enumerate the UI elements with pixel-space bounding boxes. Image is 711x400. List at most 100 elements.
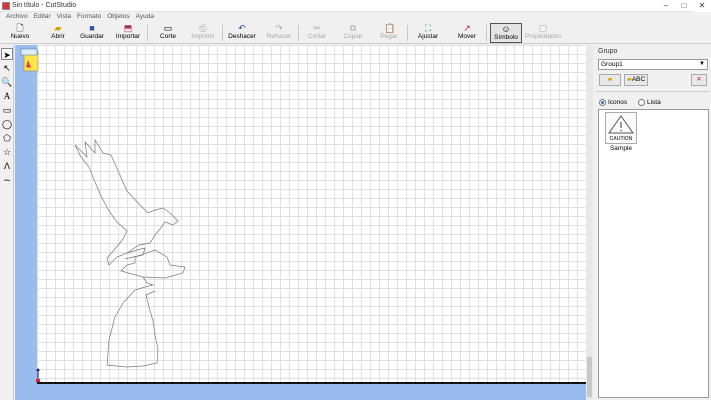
- menu-formato[interactable]: Formato: [74, 12, 104, 22]
- title-bar: Sin título - CutStudio – □ ✕: [0, 0, 711, 12]
- symbol-button[interactable]: ☺ Símbolo: [490, 23, 522, 43]
- rectangle-tool-icon[interactable]: ▭: [1, 104, 13, 116]
- redo-button[interactable]: ↷ Rehacer: [264, 23, 294, 43]
- text-tool-icon[interactable]: A: [1, 90, 13, 102]
- properties-label: Propiedades: [525, 33, 562, 40]
- new-document-icon: 🗋: [16, 23, 24, 33]
- symbol-list: CAUTION Sample: [598, 109, 709, 398]
- cut-plot-label: Corte: [160, 33, 176, 40]
- panel-divider: [596, 91, 709, 92]
- group-label: Grupo: [598, 48, 618, 55]
- minimize-button[interactable]: –: [657, 0, 675, 12]
- menu-ayuda[interactable]: Ayuda: [133, 12, 157, 22]
- redo-label: Rehacer: [266, 33, 292, 40]
- cut-plot-button[interactable]: ▭ Corte: [156, 23, 180, 43]
- undo-label: Deshacer: [228, 33, 256, 40]
- group-select[interactable]: Group1 ▼: [598, 59, 708, 70]
- open-button[interactable]: ▰ Abrir: [44, 23, 72, 43]
- toolbar-separator: [486, 25, 487, 41]
- folder-icon: ▰: [607, 76, 613, 83]
- menu-editar[interactable]: Editar: [31, 12, 54, 22]
- symbol-item-sample[interactable]: CAUTION Sample: [604, 112, 638, 152]
- window-title: Sin título - CutStudio: [12, 2, 77, 9]
- undo-icon: ↶: [238, 23, 246, 33]
- print-label: Imprimir: [191, 33, 215, 40]
- zoom-magnifier-icon[interactable]: 🔍: [1, 76, 13, 88]
- open-group-button[interactable]: ▰: [599, 74, 621, 86]
- radio-selected-icon: [599, 99, 606, 106]
- toolbar-separator: [222, 25, 223, 41]
- abc-label: ABC: [631, 76, 646, 83]
- properties-button[interactable]: ▢ Propiedades: [525, 23, 562, 43]
- properties-icon: ▢: [538, 23, 548, 33]
- print-button[interactable]: ⎙ Imprimir: [188, 23, 218, 43]
- delete-group-button[interactable]: ✕: [691, 74, 707, 86]
- maximize-button[interactable]: □: [675, 0, 693, 12]
- window-controls: – □ ✕: [657, 0, 711, 12]
- move-button[interactable]: ↗ Mover: [454, 23, 480, 43]
- ellipse-tool-icon[interactable]: ◯: [1, 118, 13, 130]
- menu-objetos[interactable]: Objetos: [104, 12, 132, 22]
- undo-button[interactable]: ↶ Deshacer: [227, 23, 257, 43]
- close-button[interactable]: ✕: [693, 0, 711, 12]
- cut-button[interactable]: ✂ Cortar: [304, 23, 330, 43]
- paste-button[interactable]: 📋 Pegar: [376, 23, 402, 43]
- toolbar-separator: [407, 25, 408, 41]
- copy-label: Copiar: [343, 33, 363, 40]
- symbol-label: Símbolo: [494, 34, 518, 41]
- save-button[interactable]: ■ Guardar: [78, 23, 106, 43]
- freehand-tool-icon[interactable]: ∼: [1, 174, 13, 186]
- copy-button[interactable]: ⧉ Copiar: [340, 23, 366, 43]
- open-folder-icon: ▰: [54, 23, 62, 33]
- move-icon: ↗: [463, 23, 471, 33]
- save-disk-icon: ■: [89, 23, 95, 33]
- view-list-label: Lista: [647, 99, 661, 106]
- symbol-panel: Grupo Group1 ▼ ▰ ▰ABC ✕ Iconos Lista CAU…: [594, 45, 711, 400]
- menu-bar: Archivo Editar Vista Formato Objetos Ayu…: [0, 12, 711, 22]
- fit-label: Ajustar: [417, 33, 439, 40]
- open-label: Abrir: [51, 33, 65, 40]
- redo-icon: ↷: [275, 23, 283, 33]
- import-label: Importar: [115, 33, 141, 40]
- new-label: Nuevo: [10, 33, 30, 40]
- polyline-tool-icon[interactable]: Ʌ: [1, 160, 13, 172]
- origin-marker-icon: [36, 368, 40, 382]
- fit-icon: ⛶: [424, 23, 432, 33]
- new-button[interactable]: 🗋 Nuevo: [6, 23, 34, 43]
- toolbar-separator: [298, 25, 299, 41]
- toolbar: 🗋 Nuevo ▰ Abrir ■ Guardar ⬒ Importar ▭ C…: [0, 22, 711, 44]
- eagle-hand-design[interactable]: [15, 45, 593, 400]
- cut-label: Cortar: [307, 33, 327, 40]
- vertical-scrollbar[interactable]: [586, 45, 593, 400]
- polygon-tool-icon[interactable]: ⬠: [1, 132, 13, 144]
- app-icon: [2, 2, 10, 10]
- caution-text: CAUTION: [610, 136, 633, 142]
- scrollbar-thumb[interactable]: [587, 357, 592, 397]
- cutting-baseline: [37, 382, 587, 384]
- radio-unselected-icon: [638, 99, 645, 106]
- printer-icon: ⎙: [199, 23, 207, 33]
- paste-icon: 📋: [384, 23, 396, 33]
- menu-vista[interactable]: Vista: [54, 12, 74, 22]
- cutter-icon: ▭: [163, 23, 173, 33]
- view-icons-option[interactable]: Iconos: [599, 99, 627, 106]
- node-edit-icon[interactable]: ↖: [1, 62, 13, 74]
- symbol-label-sample: Sample: [609, 145, 633, 152]
- toolbar-separator: [147, 25, 148, 41]
- view-icons-label: Iconos: [608, 99, 628, 106]
- tool-strip: ➤ ↖ 🔍 A ▭ ◯ ⬠ ☆ Ʌ ∼: [0, 45, 14, 400]
- import-icon: ⬒: [123, 23, 133, 33]
- import-button[interactable]: ⬒ Importar: [113, 23, 143, 43]
- chevron-down-icon: ▼: [699, 61, 705, 67]
- canvas-area[interactable]: [15, 45, 593, 400]
- menu-archivo[interactable]: Archivo: [3, 12, 31, 22]
- view-list-option[interactable]: Lista: [638, 99, 661, 106]
- select-arrow-icon[interactable]: ➤: [1, 48, 13, 60]
- abc-group-button[interactable]: ▰ABC: [624, 74, 648, 86]
- copy-icon: ⧉: [349, 23, 357, 33]
- move-label: Mover: [457, 33, 477, 40]
- fit-button[interactable]: ⛶ Ajustar: [414, 23, 442, 43]
- save-label: Guardar: [80, 33, 104, 40]
- symbol-person-icon: ☺: [501, 24, 511, 34]
- star-tool-icon[interactable]: ☆: [1, 146, 13, 158]
